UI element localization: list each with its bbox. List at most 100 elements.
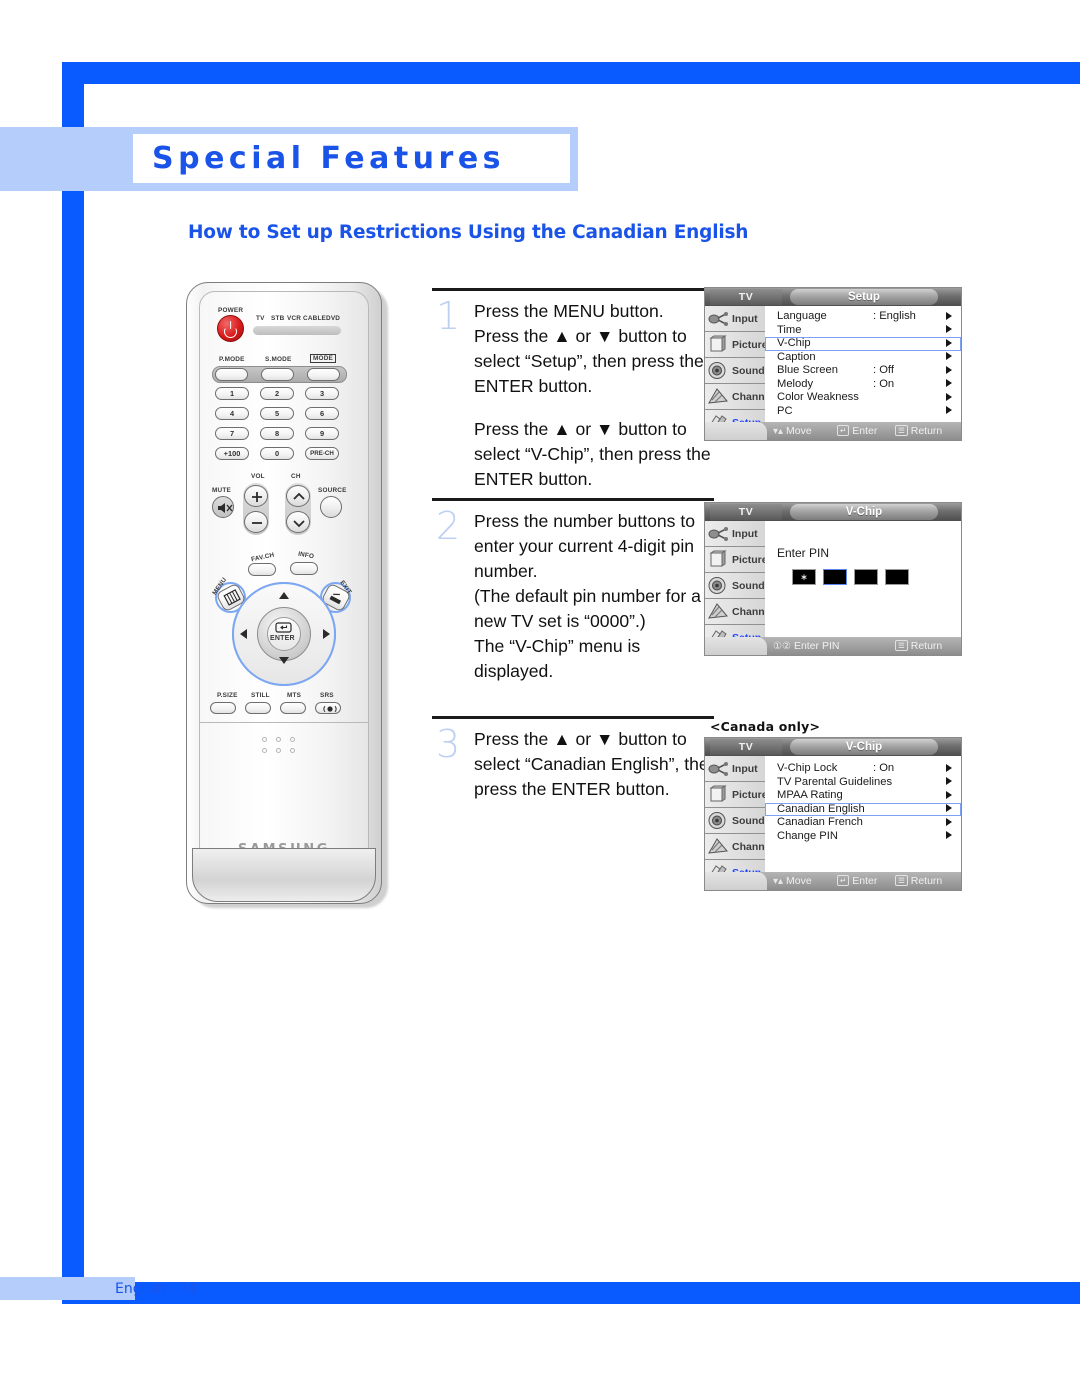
osd-row-language-name: Language bbox=[777, 310, 827, 322]
dpad-up-icon[interactable] bbox=[278, 592, 289, 599]
osd-sidebar-item-channel[interactable]: Channel bbox=[705, 599, 773, 625]
key-7[interactable]: 7 bbox=[215, 427, 249, 440]
osd-sidebar-label-input: Input bbox=[732, 762, 758, 775]
step-2: 2 Press the number buttons to enter your… bbox=[432, 498, 714, 698]
osd-row-canadian-english[interactable]: Canadian English bbox=[765, 803, 961, 817]
osd-2-hint-enterpin: ①② Enter PIN bbox=[773, 637, 839, 655]
return-key-icon: ☰ bbox=[895, 875, 908, 886]
osd-3-tv-label: TV bbox=[710, 739, 782, 755]
channel-down-button[interactable] bbox=[286, 511, 310, 533]
page-frame-top-rule bbox=[62, 62, 1080, 84]
osd-row-mpaa-rating[interactable]: MPAA Rating bbox=[765, 789, 961, 803]
osd-row-caption[interactable]: Caption bbox=[765, 351, 961, 365]
dpad-right-icon[interactable] bbox=[323, 628, 330, 639]
osd-row-language-value: : English bbox=[873, 310, 916, 322]
mute-button[interactable] bbox=[212, 496, 234, 518]
dpad-down-icon[interactable] bbox=[278, 657, 289, 664]
osd-row-melody-name: Melody bbox=[777, 377, 814, 390]
pin-box-2[interactable] bbox=[824, 570, 846, 584]
key-3[interactable]: 3 bbox=[305, 387, 339, 400]
osd-vchip-pin[interactable]: TV V-Chip Input Picture Sound Channel Se… bbox=[705, 503, 961, 655]
osd-sidebar-item-input[interactable]: Input bbox=[705, 306, 765, 332]
osd-2-sidebar[interactable]: Input Picture Sound Channel Setup bbox=[705, 521, 773, 655]
osd-row-language[interactable]: Language : English bbox=[765, 310, 961, 324]
osd-row-vchip[interactable]: V-Chip bbox=[765, 337, 961, 351]
dpad-left-icon[interactable] bbox=[240, 628, 247, 639]
key-6[interactable]: 6 bbox=[305, 407, 339, 420]
osd-3-hintbar: ▾▴ Move ↵ Enter ☰ Return bbox=[705, 872, 961, 890]
key-5[interactable]: 5 bbox=[260, 407, 294, 420]
osd-sidebar-item-picture[interactable]: Picture bbox=[705, 332, 768, 358]
chevron-right-icon bbox=[946, 817, 952, 826]
osd-3-hint-nub bbox=[705, 872, 767, 890]
page-frame-bottom-rule bbox=[62, 1282, 1080, 1304]
canada-only-note: <Canada only> bbox=[710, 719, 821, 734]
key-9[interactable]: 9 bbox=[305, 427, 339, 440]
chevron-up-icon bbox=[293, 492, 305, 500]
chevron-right-icon bbox=[946, 790, 952, 799]
pin-box-3[interactable] bbox=[855, 570, 877, 584]
key-2[interactable]: 2 bbox=[260, 387, 294, 400]
pmode-button[interactable] bbox=[215, 368, 248, 381]
osd-sidebar-item-picture[interactable]: Picture bbox=[705, 547, 768, 573]
minus-icon bbox=[252, 522, 262, 524]
key-0[interactable]: 0 bbox=[260, 447, 294, 460]
osd-row-blue-screen[interactable]: Blue Screen: Off bbox=[765, 364, 961, 378]
source-button[interactable] bbox=[320, 496, 342, 518]
psize-button[interactable] bbox=[210, 702, 236, 714]
step-3-body: Press the ▲ or ▼ button to select “Canad… bbox=[474, 727, 719, 802]
osd-sidebar-item-input[interactable]: Input bbox=[705, 521, 765, 547]
chevron-right-icon bbox=[946, 338, 952, 347]
vol-down-button[interactable] bbox=[244, 511, 268, 533]
osd-vchip-menu[interactable]: TV V-Chip Input Picture Sound Channel Se… bbox=[705, 738, 961, 890]
osd-row-color-weakness[interactable]: Color Weakness bbox=[765, 391, 961, 405]
osd-sidebar-item-sound[interactable]: Sound bbox=[705, 573, 765, 599]
pin-entry-boxes[interactable]: ∗ bbox=[793, 570, 908, 584]
key-plus100[interactable]: +100 bbox=[215, 447, 249, 460]
device-mode-cable: CABLE bbox=[303, 315, 327, 322]
osd-2-hint-enterpin-label: Enter PIN bbox=[793, 640, 840, 652]
osd-row-canadian-french[interactable]: Canadian French bbox=[765, 816, 961, 830]
vol-label: VOL bbox=[251, 473, 265, 480]
osd-sidebar-item-sound[interactable]: Sound bbox=[705, 808, 765, 834]
info-button[interactable] bbox=[290, 562, 318, 575]
osd-row-change-pin[interactable]: Change PIN bbox=[765, 830, 961, 844]
smode-button[interactable] bbox=[261, 368, 294, 381]
srs-button[interactable] bbox=[315, 702, 341, 714]
osd-2-hint-return-label: Return bbox=[910, 640, 943, 652]
osd-setup-menu[interactable]: TV Setup Input Picture Sound Channel Set… bbox=[705, 288, 961, 440]
osd-sidebar-item-channel[interactable]: Channel bbox=[705, 384, 773, 410]
key-8-label: 8 bbox=[274, 429, 280, 438]
key-1[interactable]: 1 bbox=[215, 387, 249, 400]
osd-1-hint-return-label: Return bbox=[910, 425, 943, 437]
osd-3-sidebar[interactable]: Input Picture Sound Channel Setup bbox=[705, 756, 773, 890]
key-prech[interactable]: PRE-CH bbox=[305, 447, 339, 460]
mode-button[interactable] bbox=[307, 368, 340, 381]
pin-box-4[interactable] bbox=[886, 570, 908, 584]
osd-sidebar-label-sound: Sound bbox=[732, 364, 765, 377]
osd-sidebar-item-channel[interactable]: Channel bbox=[705, 834, 773, 860]
vol-up-button[interactable] bbox=[244, 485, 268, 507]
osd-row-time[interactable]: Time bbox=[765, 324, 961, 338]
osd-1-title: Setup bbox=[790, 289, 938, 305]
key-4[interactable]: 4 bbox=[215, 407, 249, 420]
mts-button[interactable] bbox=[280, 702, 306, 714]
mute-icon bbox=[218, 503, 233, 513]
pin-box-1[interactable]: ∗ bbox=[793, 570, 815, 584]
osd-sidebar-item-sound[interactable]: Sound bbox=[705, 358, 765, 384]
power-button[interactable] bbox=[217, 315, 244, 342]
osd-1-rows: Language : English Time V-Chip Caption Bl… bbox=[765, 306, 961, 422]
osd-row-melody[interactable]: Melody: On bbox=[765, 378, 961, 392]
key-8[interactable]: 8 bbox=[260, 427, 294, 440]
favch-button[interactable] bbox=[248, 563, 276, 576]
osd-1-sidebar[interactable]: Input Picture Sound Channel Setup bbox=[705, 306, 773, 440]
channel-up-button[interactable] bbox=[286, 485, 310, 507]
osd-row-vchip-lock[interactable]: V-Chip Lock: On bbox=[765, 762, 961, 776]
osd-row-tv-parental[interactable]: TV Parental Guidelines bbox=[765, 776, 961, 790]
osd-row-pc[interactable]: PC bbox=[765, 405, 961, 419]
osd-sidebar-item-input[interactable]: Input bbox=[705, 756, 765, 782]
osd-sidebar-item-picture[interactable]: Picture bbox=[705, 782, 768, 808]
chevron-right-icon bbox=[946, 777, 952, 785]
still-button[interactable] bbox=[245, 702, 271, 714]
mute-label: MUTE bbox=[212, 487, 231, 494]
